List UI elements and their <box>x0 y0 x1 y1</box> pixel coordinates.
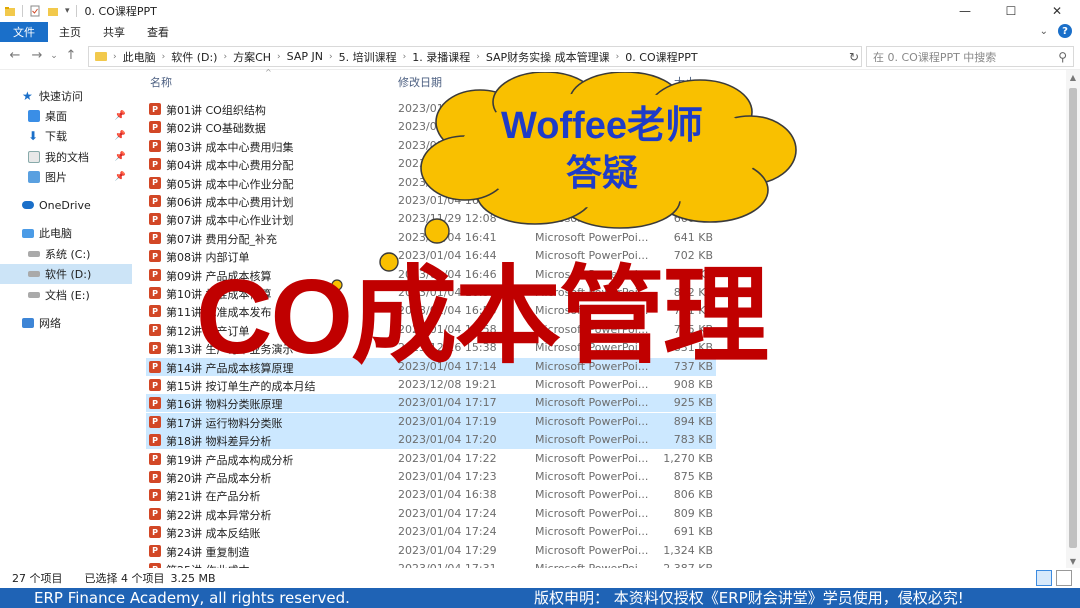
course-title-overlay: CO成本管理 <box>196 258 769 376</box>
file-explorer-window: ▾ 0. CO课程PPT — ☐ ✕ 文件 主页 共享 查看 ⌄ ? ← → ⌄… <box>0 0 1080 608</box>
